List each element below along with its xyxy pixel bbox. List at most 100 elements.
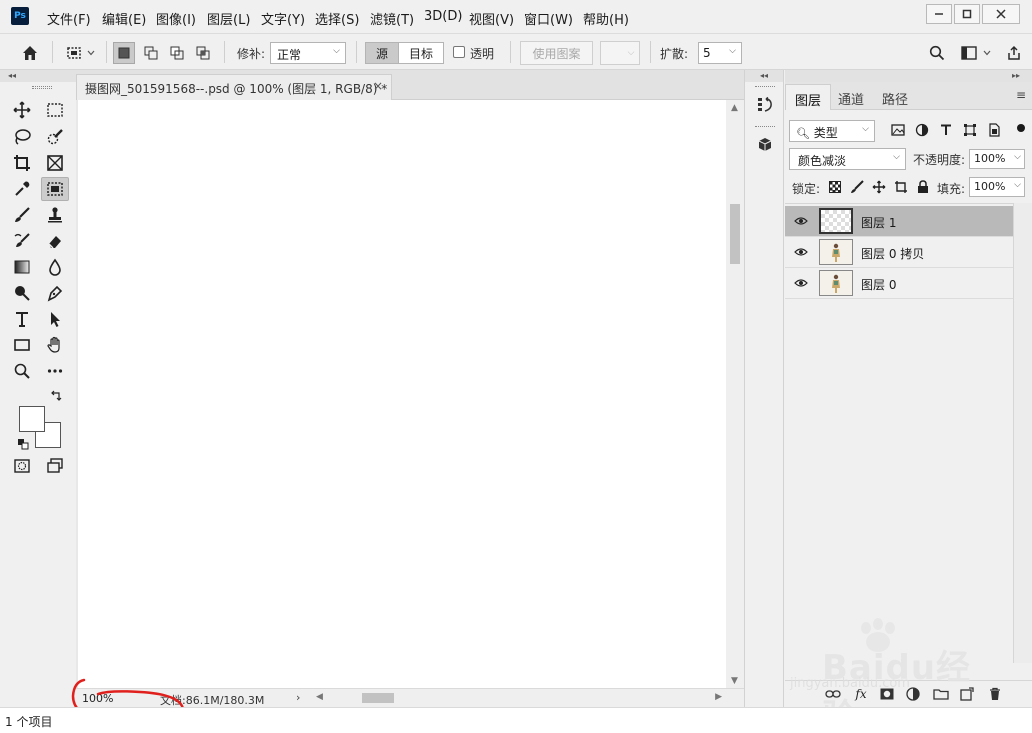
lock-all-icon[interactable] <box>915 179 931 195</box>
dock-grip[interactable] <box>755 86 775 89</box>
menu-select[interactable]: 选择(S) <box>315 9 359 28</box>
new-group-folder-icon[interactable] <box>933 686 949 702</box>
workspace-switcher[interactable] <box>956 42 996 64</box>
gradient-tool[interactable] <box>8 255 36 279</box>
history-brush-tool[interactable] <box>8 229 36 253</box>
foreground-color-swatch[interactable] <box>19 406 45 432</box>
visibility-eye-icon[interactable] <box>793 246 809 258</box>
filter-pixel-icon[interactable] <box>890 122 906 138</box>
visibility-eye-icon[interactable] <box>793 215 809 227</box>
zoom-tool[interactable] <box>8 359 36 383</box>
menu-3d[interactable]: 3D(D) <box>424 9 462 24</box>
tab-layers[interactable]: 图层 <box>785 84 832 110</box>
blend-mode-select[interactable]: 颜色减淡 ⌵ <box>789 148 906 170</box>
brush-tool[interactable] <box>8 203 36 227</box>
type-tool[interactable] <box>8 307 36 331</box>
minimize-button[interactable] <box>926 4 952 24</box>
screen-mode-button[interactable] <box>41 454 69 478</box>
quick-selection-tool[interactable] <box>41 125 69 149</box>
new-selection-button[interactable] <box>113 42 135 64</box>
menu-file[interactable]: 文件(F) <box>47 9 91 28</box>
new-layer-icon[interactable] <box>959 686 975 702</box>
scroll-right-icon[interactable]: ▶ <box>715 692 722 702</box>
tool-preset-picker[interactable] <box>60 42 100 64</box>
tab-paths[interactable]: 路径 <box>873 84 917 110</box>
menu-type[interactable]: 文字(Y) <box>261 9 305 28</box>
rectangle-tool[interactable] <box>8 333 36 357</box>
patch-tool[interactable] <box>41 177 69 201</box>
scroll-left-icon[interactable]: ◀ <box>316 692 323 702</box>
more-tools-button[interactable] <box>41 359 69 383</box>
layer-style-fx-icon[interactable]: fx <box>853 686 869 702</box>
lock-pixels-icon[interactable] <box>849 179 865 195</box>
status-menu-chevron-icon[interactable]: › <box>296 691 300 704</box>
add-to-selection-button[interactable] <box>140 42 162 64</box>
close-tab-icon[interactable]: × <box>373 79 383 93</box>
source-button[interactable]: 源 <box>365 42 399 64</box>
menu-layer[interactable]: 图层(L) <box>207 9 250 28</box>
search-button[interactable] <box>927 42 947 64</box>
zoom-level-field[interactable]: 100% <box>82 692 122 705</box>
scroll-down-icon[interactable]: ▼ <box>731 676 738 686</box>
menu-help[interactable]: 帮助(H) <box>583 9 629 28</box>
pen-tool[interactable] <box>41 281 69 305</box>
horizontal-scroll-thumb[interactable] <box>362 693 394 703</box>
marquee-tool[interactable] <box>41 98 69 122</box>
lock-transparency-icon[interactable] <box>827 179 843 195</box>
lock-position-icon[interactable] <box>871 179 887 195</box>
filter-toggle-icon[interactable] <box>1017 124 1025 132</box>
add-mask-icon[interactable] <box>879 686 895 702</box>
delete-layer-trash-icon[interactable] <box>987 686 1003 702</box>
blur-tool[interactable] <box>41 255 69 279</box>
diffusion-select[interactable]: 5 ⌵ <box>698 42 742 64</box>
hand-tool[interactable] <box>41 333 69 357</box>
use-pattern-button[interactable]: 使用图案 <box>520 41 593 65</box>
swap-colors-icon[interactable] <box>50 390 62 402</box>
horizontal-scrollbar[interactable]: ◀ ▶ <box>312 689 726 707</box>
dock-grip[interactable] <box>755 126 775 129</box>
3d-panel-button[interactable] <box>754 134 776 156</box>
home-button[interactable] <box>18 42 42 64</box>
filter-type-icon[interactable] <box>938 122 954 138</box>
tab-channels[interactable]: 通道 <box>829 84 873 110</box>
share-button[interactable] <box>1003 42 1025 64</box>
layer-row[interactable]: 图层 0 拷贝 <box>785 237 1013 268</box>
layer-name[interactable]: 图层 0 <box>861 276 896 293</box>
quick-mask-button[interactable] <box>8 454 36 478</box>
layer-name[interactable]: 图层 0 拷贝 <box>861 245 924 262</box>
menu-window[interactable]: 窗口(W) <box>524 9 573 28</box>
collapse-tools-icon[interactable]: ◂◂ <box>0 70 76 82</box>
menu-filter[interactable]: 滤镜(T) <box>370 9 414 28</box>
dodge-tool[interactable] <box>8 281 36 305</box>
lock-artboard-icon[interactable] <box>893 179 909 195</box>
close-window-button[interactable] <box>982 4 1020 24</box>
panel-menu-icon[interactable]: ≡ <box>1016 88 1026 102</box>
transparent-checkbox[interactable] <box>453 46 465 58</box>
crop-tool[interactable] <box>8 151 36 175</box>
eyedropper-tool[interactable] <box>8 177 36 201</box>
scroll-up-icon[interactable]: ▲ <box>731 103 738 113</box>
history-panel-button[interactable] <box>754 94 776 116</box>
layer-name[interactable]: 图层 1 <box>861 214 896 231</box>
menu-edit[interactable]: 编辑(E) <box>102 9 146 28</box>
layer-row[interactable]: 图层 0 <box>785 268 1013 299</box>
intersect-selection-button[interactable] <box>192 42 214 64</box>
clone-stamp-tool[interactable] <box>41 203 69 227</box>
path-selection-tool[interactable] <box>41 307 69 331</box>
panel-grip[interactable] <box>32 86 52 89</box>
subtract-from-selection-button[interactable] <box>166 42 188 64</box>
vertical-scrollbar[interactable]: ▲ ▼ <box>726 100 744 688</box>
canvas[interactable] <box>78 100 726 688</box>
link-layers-icon[interactable] <box>825 686 841 702</box>
target-button[interactable]: 目标 <box>398 42 444 64</box>
filter-adjustment-icon[interactable] <box>914 122 930 138</box>
opacity-field[interactable]: 100% ⌵ <box>969 149 1025 169</box>
lasso-tool[interactable] <box>8 125 36 149</box>
frame-tool[interactable] <box>41 151 69 175</box>
move-tool[interactable] <box>8 98 36 122</box>
layers-scrollbar[interactable] <box>1013 203 1032 663</box>
new-adjustment-layer-icon[interactable] <box>905 686 921 702</box>
maximize-button[interactable] <box>954 4 980 24</box>
menu-image[interactable]: 图像(I) <box>156 9 196 28</box>
document-tab[interactable]: 摄图网_501591568--.psd @ 100% (图层 1, RGB/8)… <box>76 74 392 100</box>
